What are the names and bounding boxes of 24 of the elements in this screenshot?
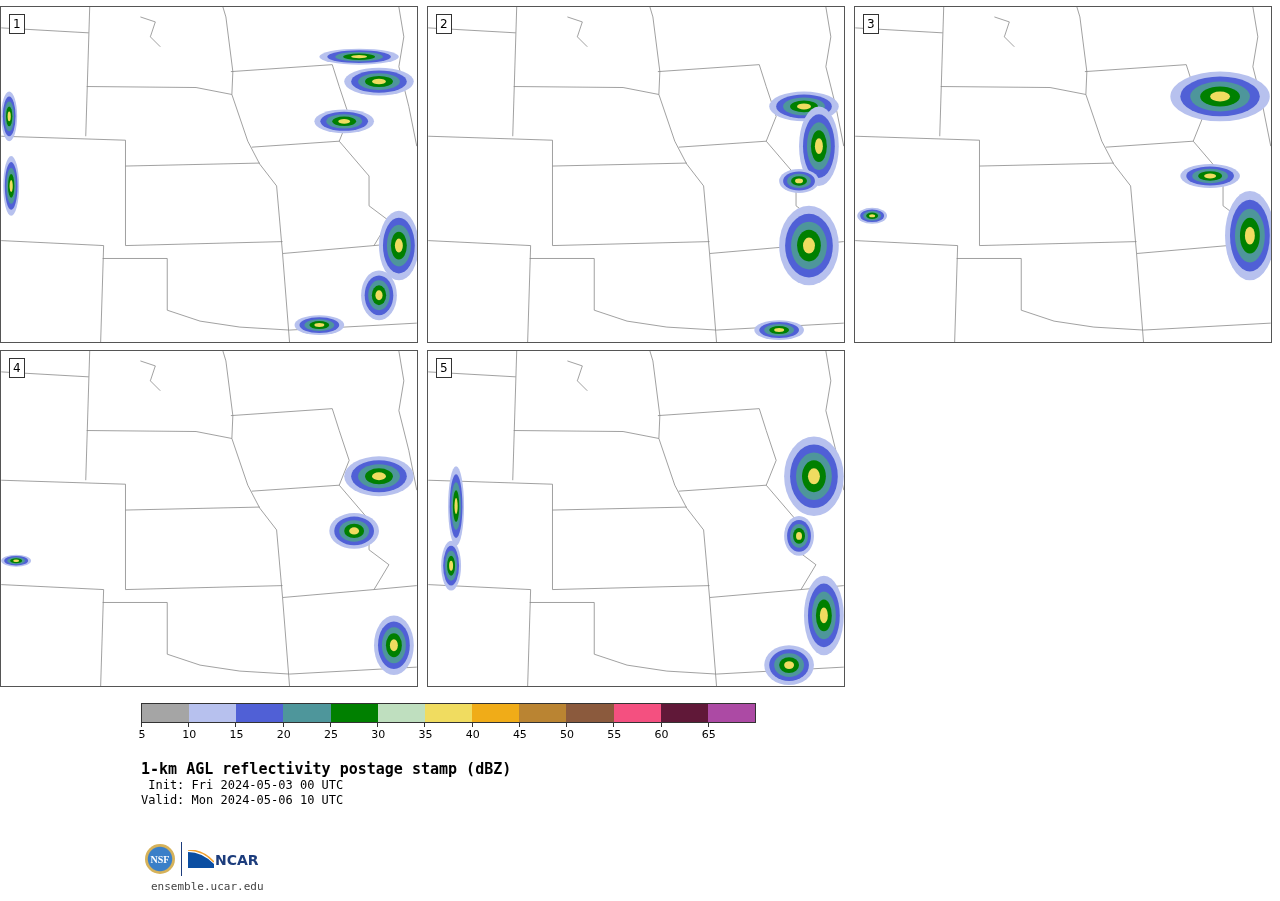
tick-label: 60 <box>654 728 669 741</box>
nsf-logo: NSF <box>145 844 175 874</box>
panel-number: 1 <box>9 14 25 34</box>
panel-number: 4 <box>9 358 25 378</box>
tick-label: 30 <box>371 728 386 741</box>
tick-label: 40 <box>465 728 480 741</box>
init-time: Init: Fri 2024-05-03 00 UTC <box>147 778 344 793</box>
panel-number: 5 <box>436 358 452 378</box>
tick-label: 35 <box>418 728 433 741</box>
panel-number: 2 <box>436 14 452 34</box>
tick-label: 5 <box>138 728 146 741</box>
tick-label: 50 <box>560 728 575 741</box>
tick-label: 65 <box>701 728 716 741</box>
ncar-logo: NCAR <box>188 850 259 868</box>
tick-label: 20 <box>276 728 291 741</box>
website-url: ensemble.ucar.edu <box>151 880 264 893</box>
tick-label: 55 <box>607 728 622 741</box>
plot-title: 1-km AGL reflectivity postage stamp (dBZ) <box>141 760 512 778</box>
tick-label: 25 <box>323 728 338 741</box>
valid-time: Valid: Mon 2024-05-06 10 UTC <box>141 793 344 808</box>
tick-label: 15 <box>229 728 244 741</box>
tick-label: 10 <box>182 728 197 741</box>
tick-label: 45 <box>512 728 527 741</box>
panel-number: 3 <box>863 14 879 34</box>
